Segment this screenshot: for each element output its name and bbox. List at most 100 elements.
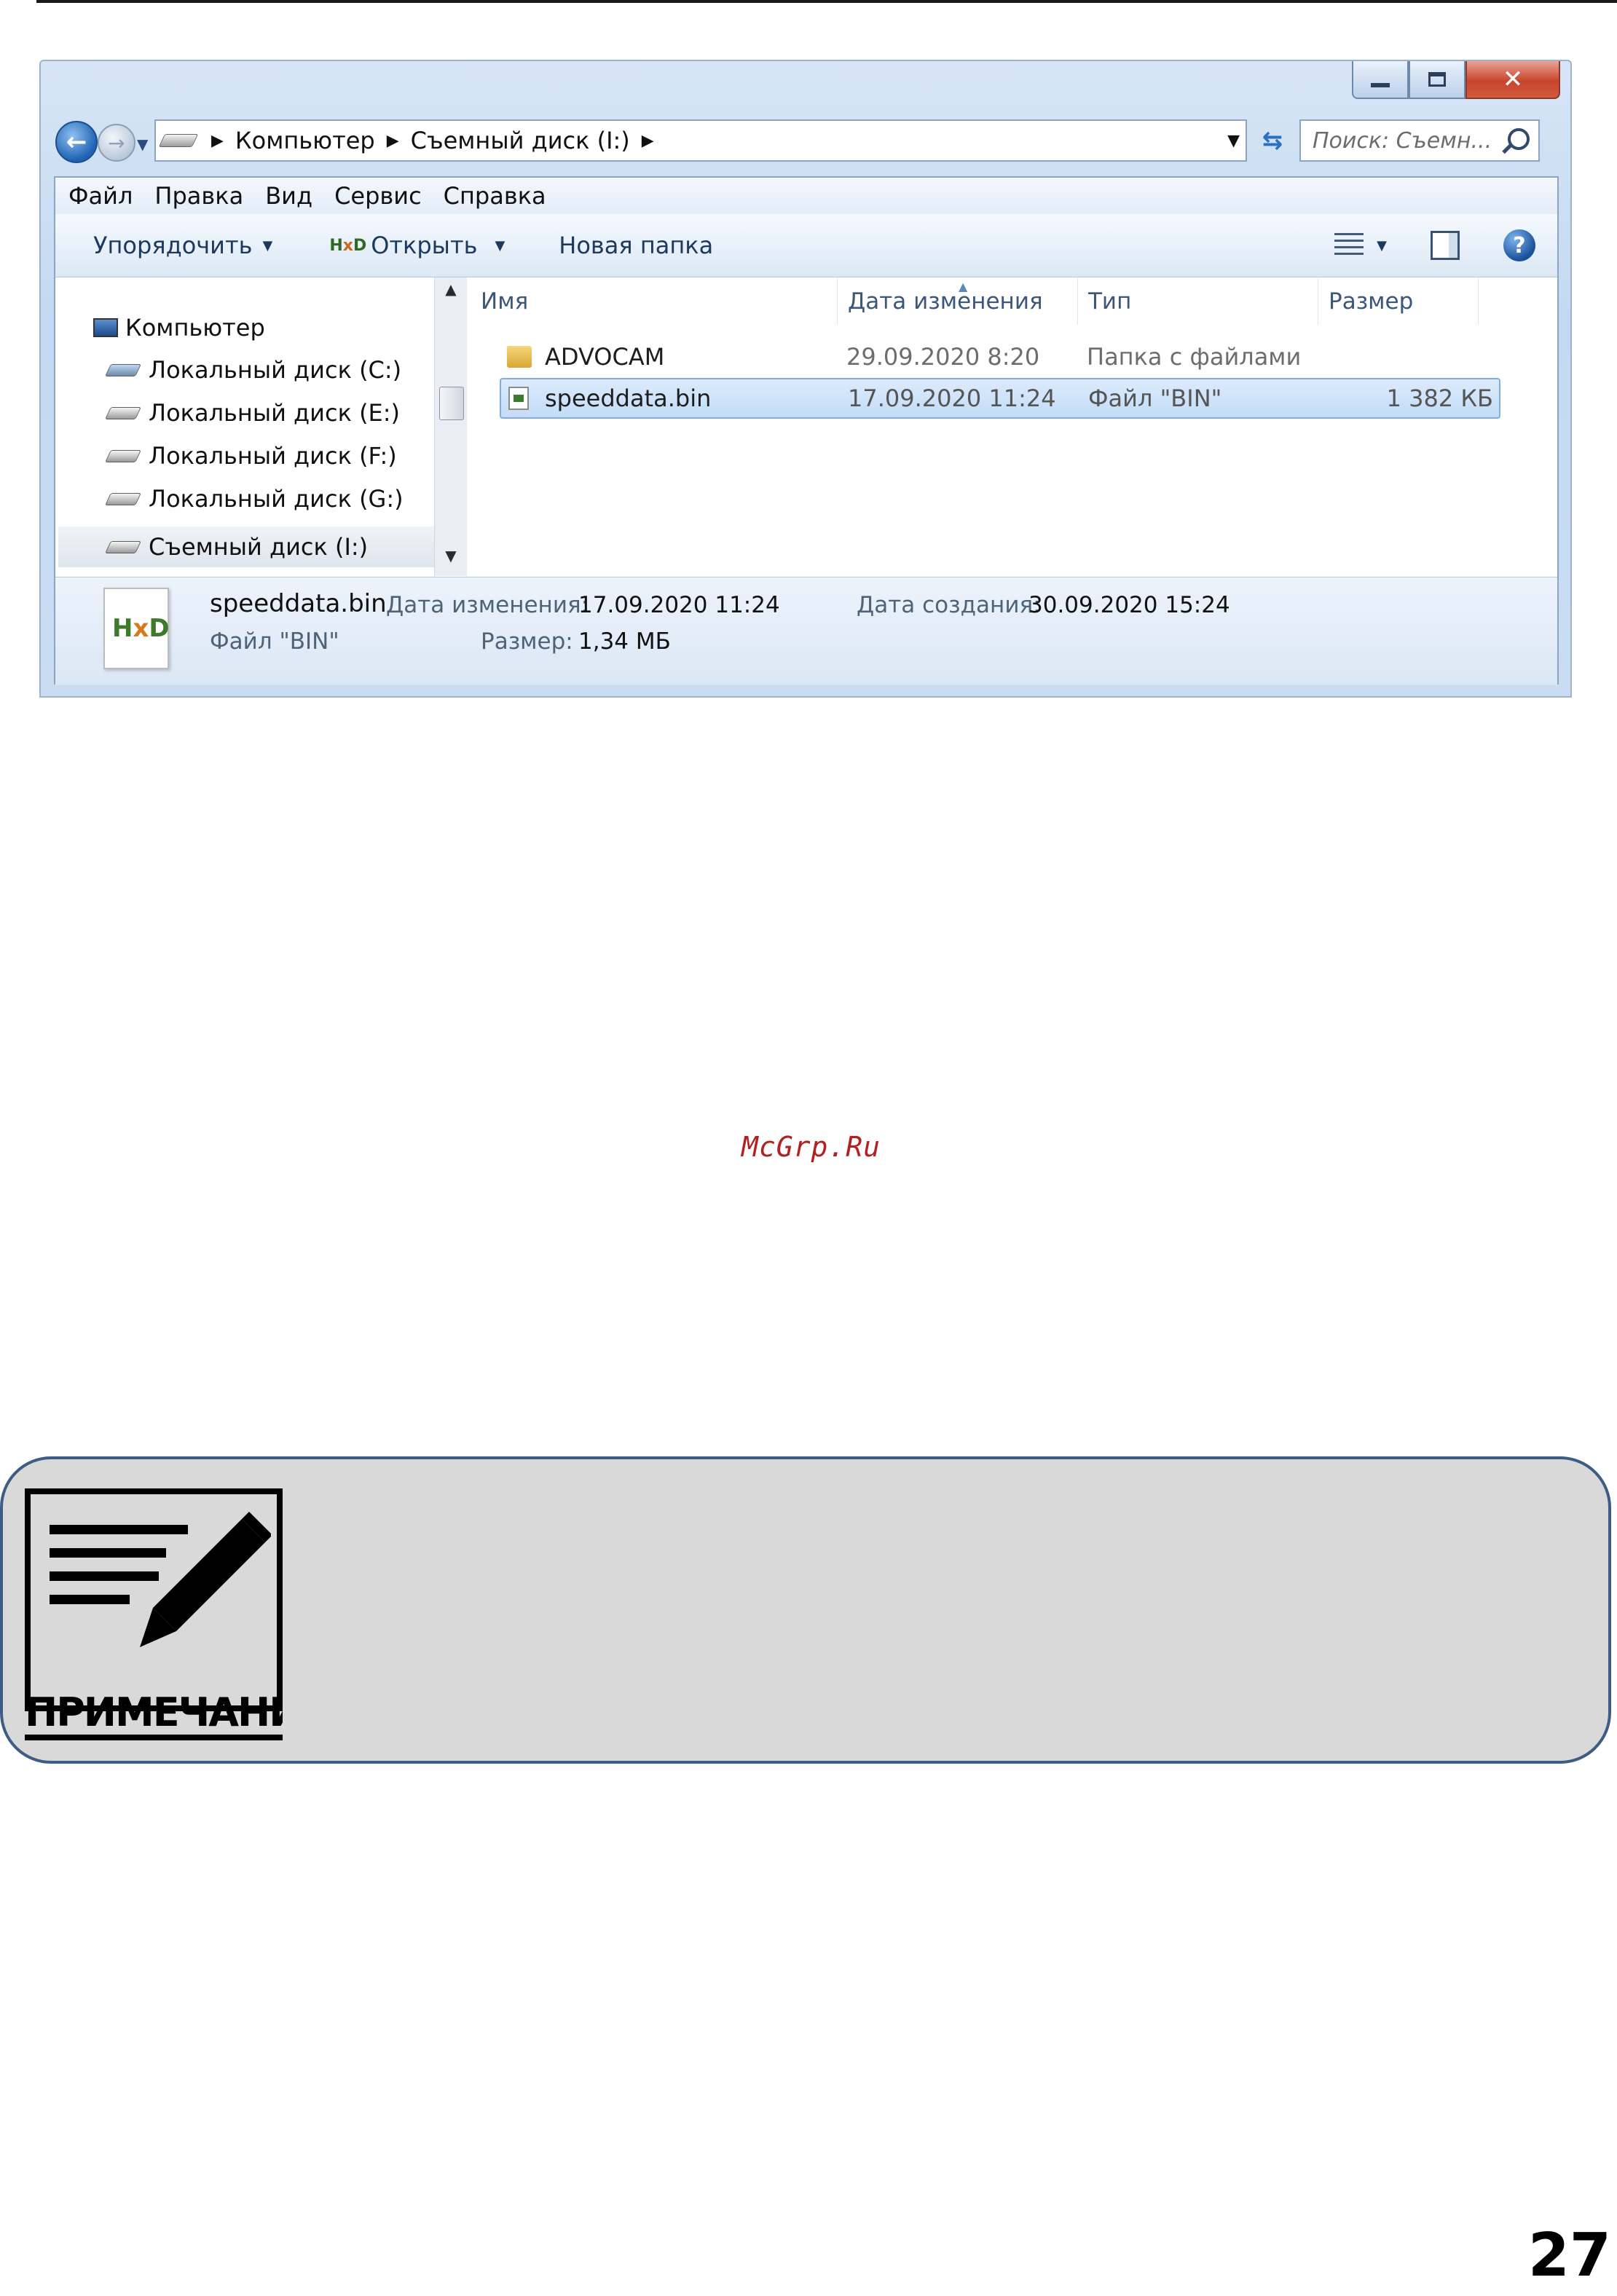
organize-label: Упорядочить (93, 232, 253, 259)
breadcrumb-computer[interactable]: Компьютер (235, 127, 375, 154)
file-date: 29.09.2020 8:20 (846, 343, 1040, 371)
drive-icon (105, 449, 141, 462)
scroll-thumb[interactable] (439, 387, 464, 420)
menu-bar: Файл Правка Вид Сервис Справка (55, 178, 1557, 214)
modified-value: 17.09.2020 11:24 (578, 592, 780, 618)
search-placeholder: Поиск: Съемн... (1313, 127, 1492, 154)
close-button[interactable]: ✕ (1465, 61, 1560, 99)
address-dropdown-icon[interactable]: ▼ (1227, 132, 1240, 150)
sidebar-item-drive-g[interactable]: Локальный диск (G:) (105, 485, 404, 513)
note-icon: ПРИМЕЧАНИЕ (25, 1488, 283, 1740)
note-label: ПРИМЕЧАНИЕ (25, 1691, 283, 1740)
forward-button[interactable]: → (98, 124, 135, 162)
navigation-pane: Компьютер Локальный диск (C:) Локальный … (55, 277, 468, 576)
window-controls: ✕ (1352, 61, 1560, 102)
sidebar-item-computer[interactable]: Компьютер (93, 314, 265, 342)
system-drive-icon (105, 363, 141, 376)
computer-icon (93, 318, 118, 337)
modified-label: Дата изменения: (386, 592, 589, 618)
column-header-size[interactable]: Размер (1318, 278, 1479, 325)
sidebar-item-drive-e[interactable]: Локальный диск (E:) (105, 399, 401, 427)
hxd-app-icon: HxD (329, 236, 367, 255)
sidebar-item-label: Локальный диск (E:) (149, 399, 401, 427)
sidebar-item-drive-c[interactable]: Локальный диск (C:) (105, 356, 402, 384)
column-headers: Имя Дата изменения Тип Размер (471, 278, 1559, 325)
file-type: Папка с файлами (1087, 343, 1302, 371)
back-button[interactable]: ← (55, 121, 98, 163)
breadcrumb-separator-icon[interactable]: ▶ (642, 132, 654, 150)
top-rule (36, 0, 1617, 3)
column-header-name[interactable]: Имя (471, 278, 838, 325)
file-name-cell: speeddata.bin (508, 379, 711, 417)
breadcrumb-separator-icon[interactable]: ▶ (211, 132, 224, 150)
minimize-icon (1371, 83, 1390, 87)
details-filetype: Файл "BIN" (210, 628, 339, 655)
sidebar-item-label: Компьютер (125, 314, 265, 342)
organize-button[interactable]: Упорядочить ▼ (93, 232, 272, 259)
file-row-advocam[interactable]: ADVOCAM 29.09.2020 8:20 Папка с файлами (500, 338, 1500, 379)
breadcrumb-removable-disk[interactable]: Съемный диск (I:) (411, 127, 630, 154)
sidebar-item-removable-i[interactable]: Съемный диск (I:) (58, 526, 434, 567)
maximize-icon (1428, 72, 1446, 87)
hxd-file-icon: HxD (103, 588, 170, 669)
folder-icon (507, 346, 532, 368)
maximize-button[interactable] (1409, 61, 1465, 99)
search-input[interactable]: Поиск: Съемн... (1299, 119, 1540, 162)
scroll-up-icon[interactable]: ▲ (435, 280, 467, 307)
minimize-button[interactable] (1352, 61, 1409, 99)
size-value: 1,34 МБ (578, 628, 671, 655)
sidebar-item-label: Локальный диск (C:) (149, 356, 402, 384)
file-name: ADVOCAM (545, 343, 665, 371)
drive-icon (105, 540, 141, 553)
history-dropdown-icon[interactable]: ▼ (137, 135, 148, 153)
drive-icon (105, 406, 141, 419)
help-icon[interactable]: ? (1503, 229, 1535, 261)
menu-view[interactable]: Вид (265, 182, 312, 210)
file-row-speeddata[interactable]: speeddata.bin 17.09.2020 11:24 Файл "BIN… (500, 378, 1500, 419)
view-options-icon[interactable] (1334, 233, 1364, 258)
sidebar-item-drive-f[interactable]: Локальный диск (F:) (105, 442, 397, 470)
scroll-down-icon[interactable]: ▼ (435, 547, 467, 573)
view-controls: ▼ ? (1334, 214, 1535, 277)
watermark: McGrp.Ru (741, 1131, 881, 1163)
navigation-bar: ← → ▼ ▶ Компьютер ▶ Съемный диск (I:) ▶ … (55, 119, 1559, 163)
drive-icon (105, 492, 141, 505)
menu-file[interactable]: Файл (68, 182, 133, 210)
refresh-button[interactable]: ⇆ (1251, 119, 1294, 162)
open-dropdown-icon: ▼ (495, 237, 505, 253)
forward-arrow-icon: → (108, 130, 125, 155)
new-folder-button[interactable]: Новая папка (559, 232, 713, 259)
file-name: speeddata.bin (545, 384, 712, 412)
column-header-type[interactable]: Тип (1078, 278, 1318, 325)
created-value: 30.09.2020 15:24 (1028, 592, 1230, 618)
sidebar-scrollbar[interactable]: ▲ ▼ (434, 277, 467, 576)
column-header-date[interactable]: Дата изменения (838, 278, 1078, 325)
note-frame (25, 1488, 283, 1711)
explorer-window: ✕ ← → ▼ ▶ Компьютер ▶ Съемный диск (I:) … (39, 60, 1572, 698)
note-box: ПРИМЕЧАНИЕ (0, 1456, 1611, 1764)
menu-tools[interactable]: Сервис (334, 182, 422, 210)
menu-help[interactable]: Справка (444, 182, 546, 210)
preview-pane-icon[interactable] (1431, 231, 1460, 260)
search-icon[interactable] (1508, 128, 1530, 150)
created-label: Дата создания: (857, 592, 1041, 618)
open-label: Открыть (371, 232, 478, 259)
page-number: 27 (1527, 2221, 1611, 2290)
details-pane: HxD speeddata.bin Файл "BIN" Дата измене… (55, 577, 1557, 685)
bin-file-icon (508, 387, 529, 410)
new-folder-label: Новая папка (559, 232, 714, 259)
size-label: Размер: (481, 628, 573, 655)
file-size: 1 382 КБ (1386, 384, 1493, 412)
organize-dropdown-icon: ▼ (262, 237, 273, 253)
sidebar-item-label: Съемный диск (I:) (149, 533, 369, 561)
menu-edit[interactable]: Правка (154, 182, 243, 210)
command-bar: Упорядочить ▼ HxD Открыть ▼ Новая папка … (55, 214, 1557, 277)
explorer-content: Файл Правка Вид Сервис Справка Упорядочи… (54, 176, 1559, 685)
view-dropdown-icon[interactable]: ▼ (1377, 238, 1387, 253)
breadcrumb-separator-icon[interactable]: ▶ (387, 132, 399, 150)
address-bar[interactable]: ▶ Компьютер ▶ Съемный диск (I:) ▶ ▼ (154, 119, 1247, 162)
file-name-cell: ADVOCAM (507, 338, 664, 376)
sidebar-item-label: Локальный диск (G:) (149, 485, 404, 513)
details-filename: speeddata.bin (210, 589, 387, 618)
open-button[interactable]: HxD Открыть ▼ (329, 232, 505, 259)
